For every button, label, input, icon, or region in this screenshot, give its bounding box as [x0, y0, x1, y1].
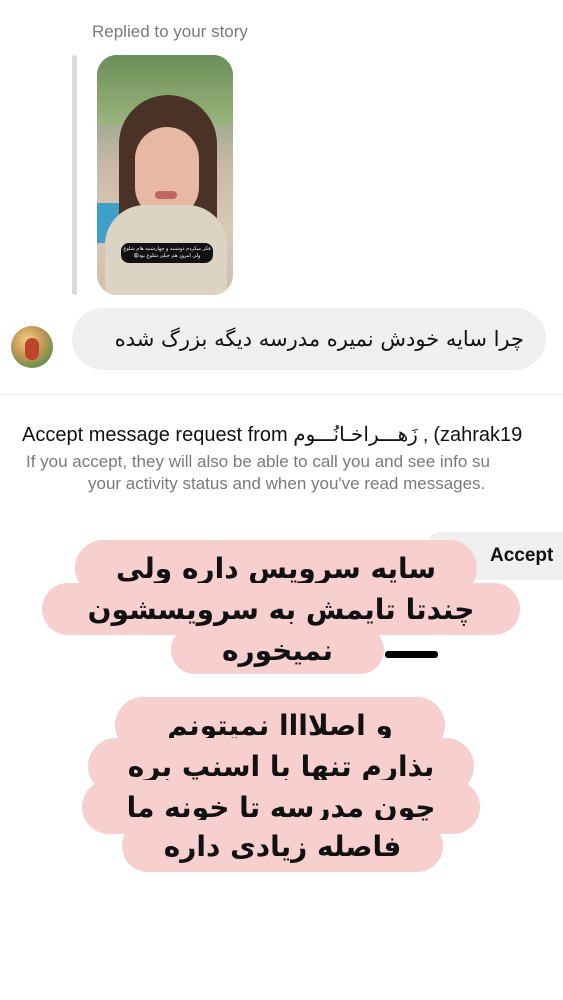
overlay-line: فاصله زیادی داره: [122, 820, 443, 872]
message-request-title: Accept message request from زَهـــراخـان…: [22, 424, 523, 446]
reply-quote-bar: [72, 55, 77, 295]
overlay-line: نمیخوره: [171, 626, 384, 674]
message-request-subtitle-1: If you accept, they will also be able to…: [26, 452, 490, 471]
message-request-subtitle-2: your activity status and when you've rea…: [88, 474, 486, 493]
message-bubble[interactable]: چرا سایه خودش نمیره مدرسه دیگه بزرگ شده: [72, 308, 546, 370]
divider: [0, 394, 563, 395]
story-person-lips: [155, 191, 177, 199]
message-text: چرا سایه خودش نمیره مدرسه دیگه بزرگ شده: [114, 327, 524, 351]
overlay-dash: [385, 651, 438, 658]
replied-to-story-label: Replied to your story: [92, 22, 248, 41]
sender-avatar[interactable]: [11, 326, 53, 368]
story-thumbnail[interactable]: فکر میکردم دوشنبه و چهارشنبه هام شلوغ ول…: [97, 55, 233, 295]
story-caption: فکر میکردم دوشنبه و چهارشنبه هام شلوغ ول…: [121, 243, 213, 263]
avatar-figure: [25, 338, 39, 360]
